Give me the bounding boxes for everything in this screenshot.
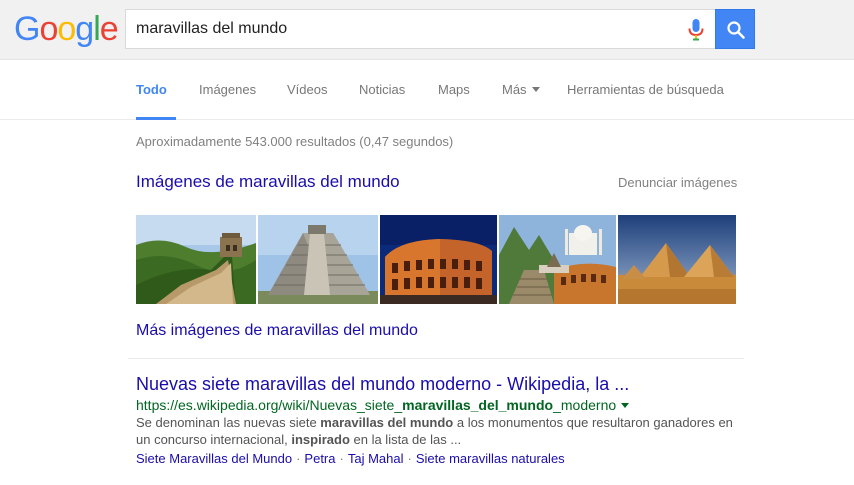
logo-letter: g: [75, 10, 94, 48]
header-bar: Google: [0, 0, 854, 60]
result-title-link[interactable]: Nuevas siete maravillas del mundo modern…: [136, 374, 629, 395]
logo-letter: o: [57, 10, 76, 48]
tab-maps[interactable]: Maps: [438, 82, 470, 97]
image-thumbnail-collage[interactable]: [499, 215, 616, 304]
snippet-bold: inspirado: [291, 432, 350, 447]
images-heading-link[interactable]: Imágenes de maravillas del mundo: [136, 172, 400, 192]
tab-todo[interactable]: Todo: [136, 82, 167, 97]
logo-letter: G: [14, 10, 40, 48]
sitelink-taj-mahal[interactable]: Taj Mahal: [348, 451, 404, 466]
search-button[interactable]: [715, 9, 755, 49]
sitelink-separator: ·: [339, 451, 344, 466]
dropdown-arrow-icon: [531, 87, 540, 93]
result-snippet: Se denominan las nuevas siete maravillas…: [136, 414, 736, 448]
image-thumbnail-chichen-itza[interactable]: [258, 215, 378, 304]
more-images-link[interactable]: Más imágenes de maravillas del mundo: [136, 322, 418, 340]
image-thumbnail-coliseo[interactable]: [380, 215, 497, 304]
google-logo[interactable]: Google: [14, 10, 119, 48]
snippet-bold: maravillas del mundo: [320, 415, 454, 430]
sitelinks: Siete Maravillas del Mundo · Petra · Taj Mah…: [136, 451, 565, 466]
tab-noticias[interactable]: Noticias: [359, 82, 405, 97]
logo-letter: e: [99, 10, 119, 48]
active-tab-indicator: [136, 117, 176, 120]
image-thumbnail-great-wall[interactable]: [136, 215, 256, 304]
tab-imagenes[interactable]: Imágenes: [199, 82, 256, 97]
search-input[interactable]: [136, 10, 676, 48]
section-divider: [128, 358, 744, 359]
tab-mas[interactable]: Más: [502, 82, 540, 97]
result-stats: Aproximadamente 543.000 resultados (0,47…: [136, 134, 454, 149]
tab-search-tools[interactable]: Herramientas de búsqueda: [567, 82, 724, 97]
sitelink-petra[interactable]: Petra: [304, 451, 335, 466]
url-prefix: https://es.wikipedia.org/wiki/Nuevas_sie…: [136, 397, 403, 413]
sitelink-maravillas-naturales[interactable]: Siete maravillas naturales: [416, 451, 565, 466]
snippet-text: en la lista de las ...: [349, 432, 462, 447]
url-bold: maravillas_del_mundo: [402, 397, 554, 413]
logo-letter: o: [39, 10, 58, 48]
tab-videos[interactable]: Vídeos: [287, 82, 327, 97]
search-box: [125, 9, 716, 49]
snippet-text: Se denominan las nuevas siete: [136, 415, 321, 430]
report-images-link[interactable]: Denunciar imágenes: [618, 175, 737, 190]
url-dropdown-arrow-icon[interactable]: [621, 402, 630, 408]
tab-mas-label: Más: [502, 82, 527, 97]
sitelink-separator: ·: [407, 451, 412, 466]
url-suffix: _moderno: [553, 397, 617, 413]
image-thumbnail-piramides[interactable]: [618, 215, 736, 304]
microphone-icon[interactable]: [686, 19, 706, 41]
magnifier-icon: [727, 21, 745, 39]
search-tabs: Todo Imágenes Vídeos Noticias Maps Más H…: [0, 60, 854, 120]
sitelink-siete-maravillas[interactable]: Siete Maravillas del Mundo: [136, 451, 292, 466]
sitelink-separator: ·: [296, 451, 301, 466]
result-url: https://es.wikipedia.org/wiki/Nuevas_sie…: [136, 397, 630, 413]
